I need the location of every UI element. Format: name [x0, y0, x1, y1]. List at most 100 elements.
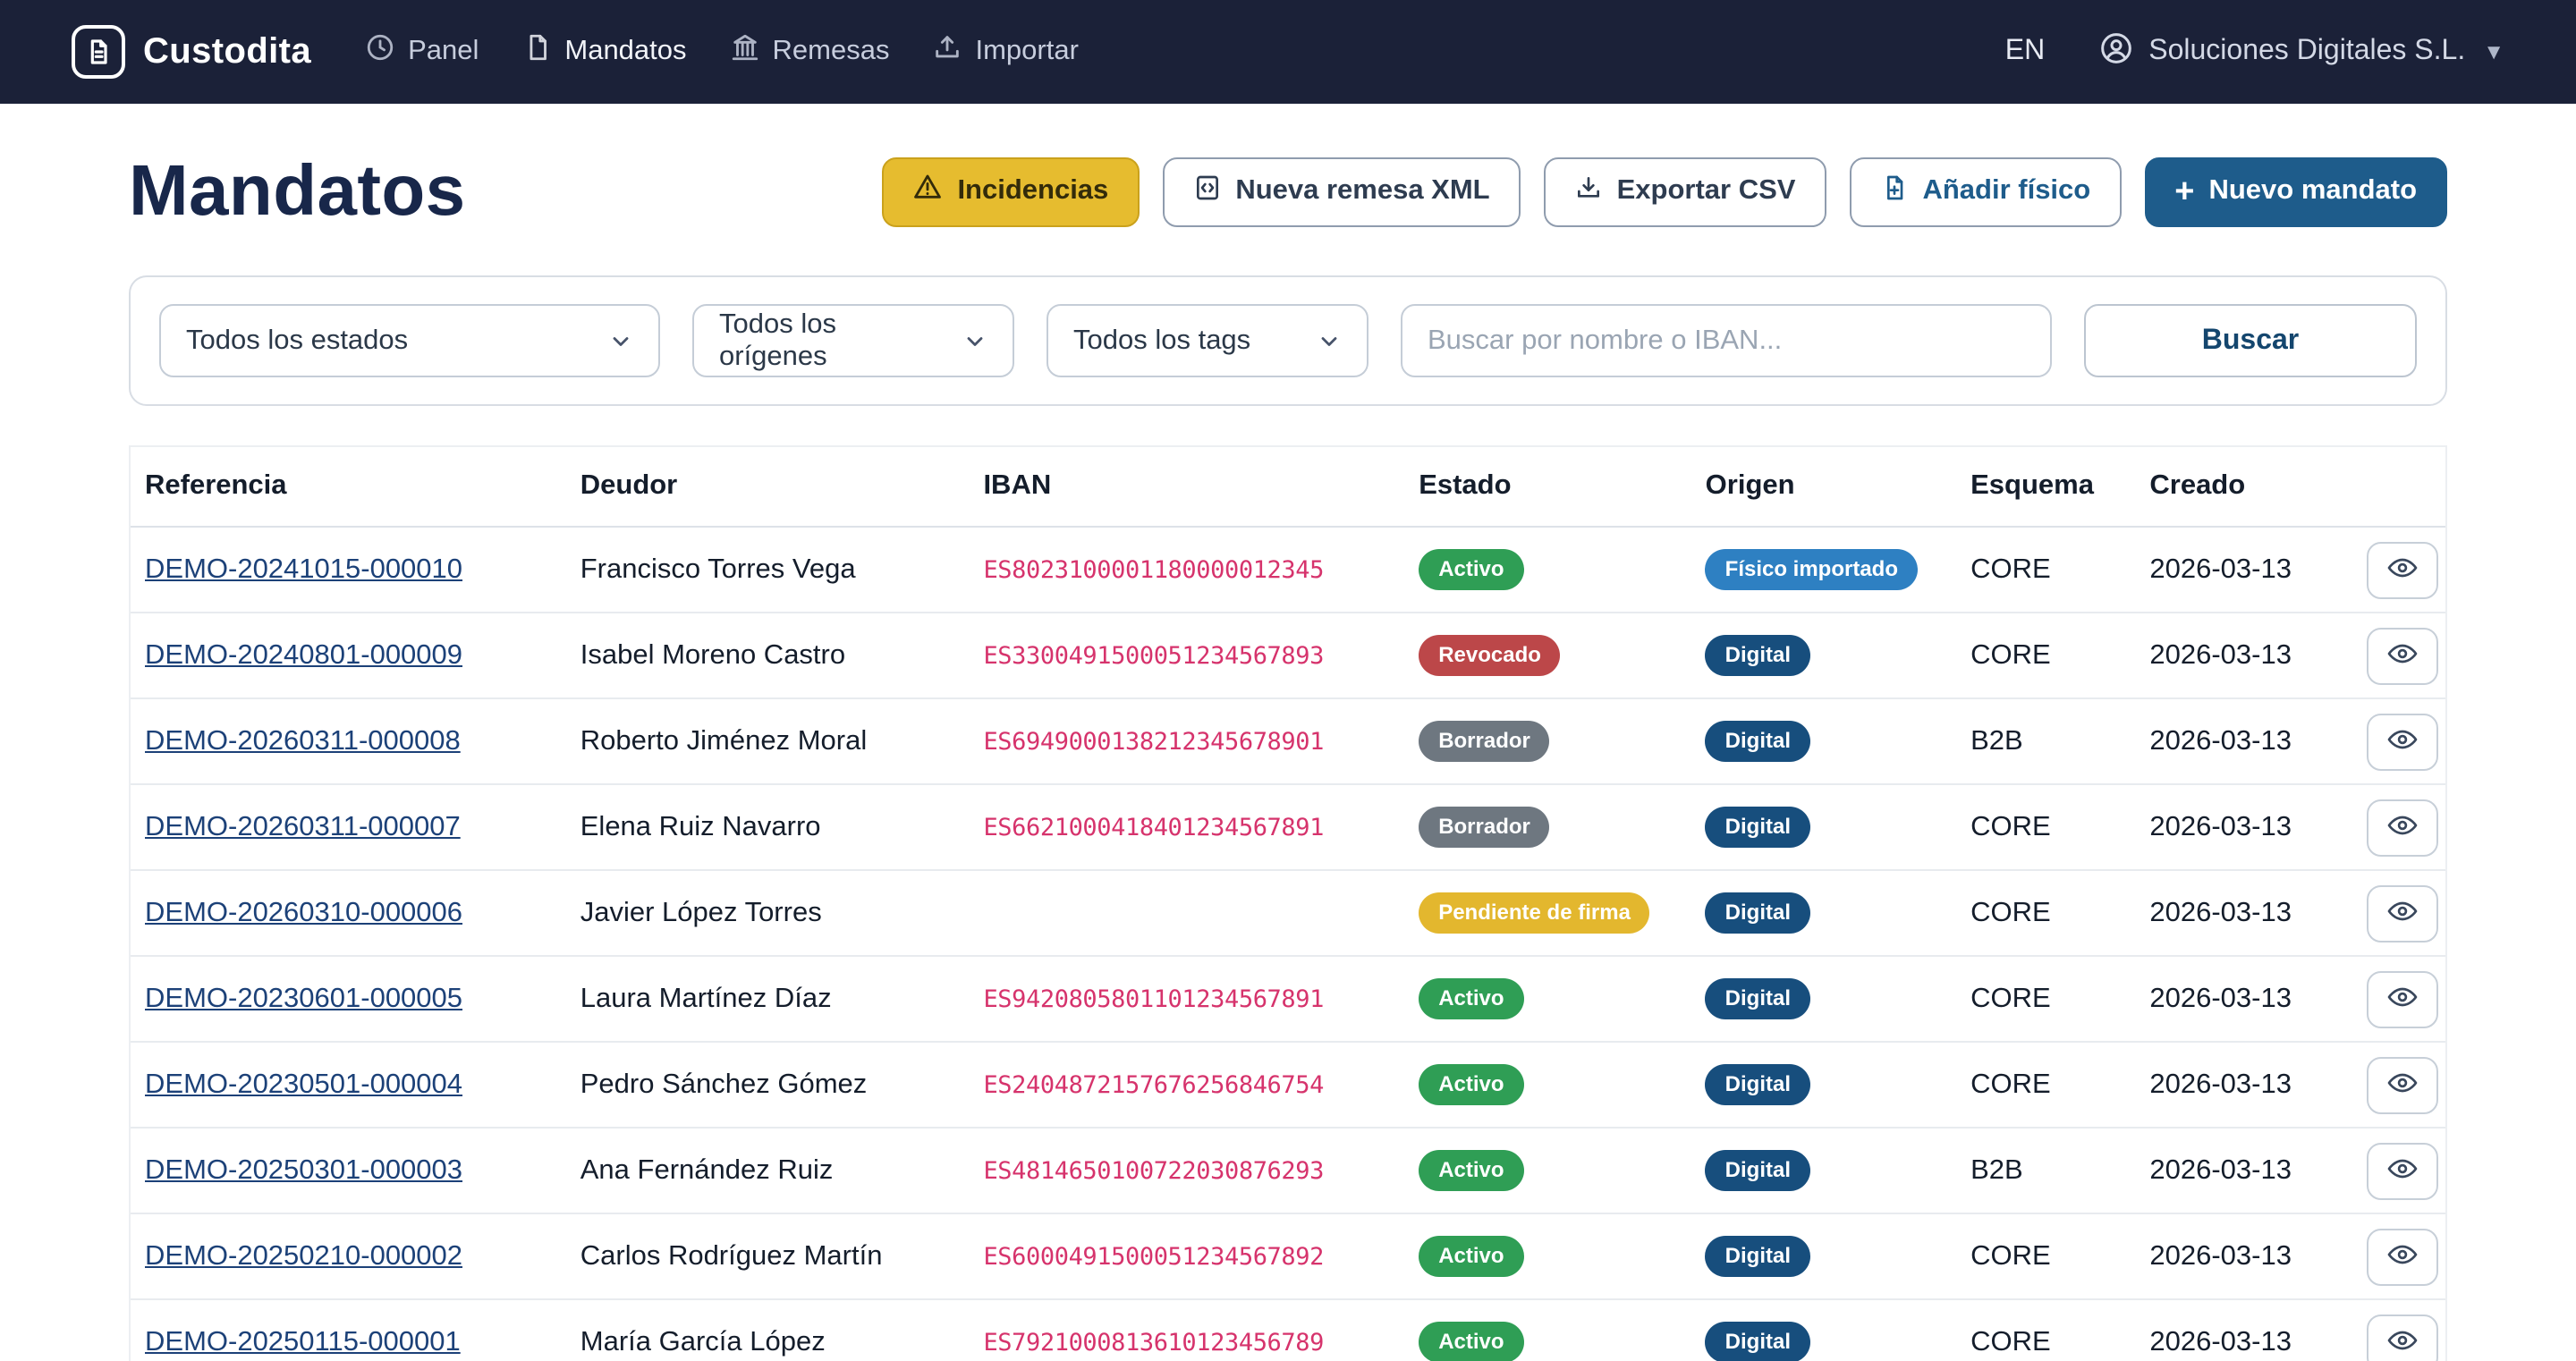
view-mandate-button[interactable]: [2367, 1228, 2438, 1285]
view-mandate-button[interactable]: [2367, 627, 2438, 684]
origen-select[interactable]: Todos los orígenes: [692, 304, 1014, 377]
status-badge: Revocado: [1419, 635, 1561, 676]
upload-icon: [932, 32, 962, 72]
nav-item-panel[interactable]: Panel: [365, 32, 479, 72]
view-mandate-button[interactable]: [2367, 970, 2438, 1027]
tags-select[interactable]: Todos los tags: [1046, 304, 1368, 377]
page-header: Mandatos Incidencias Nueva remesa XML: [0, 104, 2576, 275]
eye-icon: [2386, 1069, 2419, 1101]
nav-item-label: Panel: [408, 36, 479, 68]
bank-icon: [730, 32, 760, 72]
eye-icon: [2386, 639, 2419, 672]
debtor-name: Roberto Jiménez Moral: [566, 698, 970, 784]
mandate-reference-link[interactable]: DEMO-20260311-000007: [145, 811, 461, 841]
origin-badge: Físico importado: [1706, 549, 1918, 590]
column-header-creado: Creado: [2135, 447, 2326, 527]
debtor-name: Javier López Torres: [566, 870, 970, 956]
iban-value: ES7921000813610123456789: [983, 1328, 1324, 1357]
exportar-csv-button[interactable]: Exportar CSV: [1544, 156, 1826, 226]
status-badge: Activo: [1419, 978, 1523, 1019]
incidencias-button[interactable]: Incidencias: [882, 156, 1139, 226]
mandate-reference-link[interactable]: DEMO-20250115-000001: [145, 1326, 461, 1357]
debtor-name: Isabel Moreno Castro: [566, 613, 970, 698]
plus-icon: +: [2174, 174, 2194, 208]
scheme-value: CORE: [1956, 1213, 2135, 1299]
mandate-reference-link[interactable]: DEMO-20260310-000006: [145, 897, 462, 927]
table-row: DEMO-20250115-000001 María García López …: [131, 1299, 2445, 1361]
account-name: Soluciones Digitales S.L.: [2148, 36, 2465, 68]
table-row: DEMO-20260311-000007 Elena Ruiz Navarro …: [131, 784, 2445, 870]
view-mandate-button[interactable]: [2367, 884, 2438, 942]
nueva-remesa-xml-button[interactable]: Nueva remesa XML: [1162, 156, 1520, 226]
table-row: DEMO-20241015-000010 Francisco Torres Ve…: [131, 527, 2445, 613]
origin-badge: Digital: [1706, 1150, 1810, 1191]
mandate-reference-link[interactable]: DEMO-20250301-000003: [145, 1154, 462, 1185]
view-mandate-button[interactable]: [2367, 713, 2438, 770]
mandate-reference-link[interactable]: DEMO-20240801-000009: [145, 639, 462, 670]
topbar-right: EN Soluciones Digitales S.L. ▼: [2005, 30, 2504, 74]
mandate-reference-link[interactable]: DEMO-20230501-000004: [145, 1069, 462, 1099]
origin-badge: Digital: [1706, 807, 1810, 848]
page-title: Mandatos: [129, 150, 466, 232]
status-badge: Activo: [1419, 1150, 1523, 1191]
brand[interactable]: Custodita: [72, 25, 311, 79]
mandate-reference-link[interactable]: DEMO-20241015-000010: [145, 554, 462, 584]
column-header-esquema: Esquema: [1956, 447, 2135, 527]
debtor-name: Francisco Torres Vega: [566, 527, 970, 613]
panel-icon: [365, 32, 395, 72]
scheme-value: CORE: [1956, 1299, 2135, 1361]
scheme-value: CORE: [1956, 784, 2135, 870]
status-badge: Activo: [1419, 1064, 1523, 1105]
top-navigation-bar: Custodita Panel Mandatos: [0, 0, 2576, 104]
column-header-iban: IBAN: [969, 447, 1404, 527]
status-badge: Activo: [1419, 1236, 1523, 1277]
nuevo-mandato-button[interactable]: + Nuevo mandato: [2144, 156, 2447, 226]
debtor-name: María García López: [566, 1299, 970, 1361]
iban-value: ES8023100001180000012345: [983, 555, 1324, 584]
mandates-table: Referencia Deudor IBAN Estado Origen Esq…: [129, 445, 2447, 1361]
buscar-button[interactable]: Buscar: [2084, 304, 2417, 377]
created-date: 2026-03-13: [2135, 1213, 2326, 1299]
estado-select[interactable]: Todos los estados: [159, 304, 660, 377]
chevron-down-icon: [608, 328, 633, 353]
account-menu[interactable]: Soluciones Digitales S.L. ▼: [2098, 30, 2504, 74]
created-date: 2026-03-13: [2135, 527, 2326, 613]
file-plus-icon: [1879, 173, 1908, 210]
origin-badge: Digital: [1706, 978, 1810, 1019]
iban-value: ES6000491500051234567892: [983, 1242, 1324, 1271]
exportar-label: Exportar CSV: [1617, 175, 1796, 207]
eye-icon: [2386, 1154, 2419, 1187]
table-row: DEMO-20260311-000008 Roberto Jiménez Mor…: [131, 698, 2445, 784]
mandate-reference-link[interactable]: DEMO-20260311-000008: [145, 725, 461, 756]
origen-select-value: Todos los orígenes: [719, 309, 934, 373]
iban-value: ES3300491500051234567893: [983, 641, 1324, 670]
nav-item-importar[interactable]: Importar: [932, 32, 1078, 72]
view-mandate-button[interactable]: [2367, 1056, 2438, 1113]
iban-value: ES6949000138212345678901: [983, 727, 1324, 756]
nav-item-mandatos[interactable]: Mandatos: [521, 32, 686, 72]
nav-item-remesas[interactable]: Remesas: [730, 32, 890, 72]
anadir-fisico-button[interactable]: Añadir físico: [1849, 156, 2121, 226]
language-switcher[interactable]: EN: [2005, 36, 2045, 68]
user-icon: [2098, 30, 2134, 74]
view-mandate-button[interactable]: [2367, 541, 2438, 598]
toolbar: Incidencias Nueva remesa XML Exportar CS…: [882, 156, 2447, 226]
warning-icon: [912, 172, 943, 211]
view-mandate-button[interactable]: [2367, 1142, 2438, 1199]
origin-badge: Digital: [1706, 1064, 1810, 1105]
search-input[interactable]: [1401, 304, 2052, 377]
origin-badge: Digital: [1706, 1322, 1810, 1361]
debtor-name: Ana Fernández Ruiz: [566, 1128, 970, 1213]
estado-select-value: Todos los estados: [186, 325, 408, 357]
view-mandate-button[interactable]: [2367, 1314, 2438, 1361]
table-row: DEMO-20230501-000004 Pedro Sánchez Gómez…: [131, 1042, 2445, 1128]
mandate-reference-link[interactable]: DEMO-20230601-000005: [145, 983, 462, 1013]
iban-value: ES9420805801101234567891: [983, 985, 1324, 1013]
scheme-value: B2B: [1956, 698, 2135, 784]
chevron-down-icon: [1317, 328, 1342, 353]
view-mandate-button[interactable]: [2367, 799, 2438, 856]
column-header-estado: Estado: [1404, 447, 1690, 527]
status-badge: Borrador: [1419, 807, 1550, 848]
mandate-reference-link[interactable]: DEMO-20250210-000002: [145, 1240, 462, 1271]
chevron-down-icon: [962, 328, 987, 353]
